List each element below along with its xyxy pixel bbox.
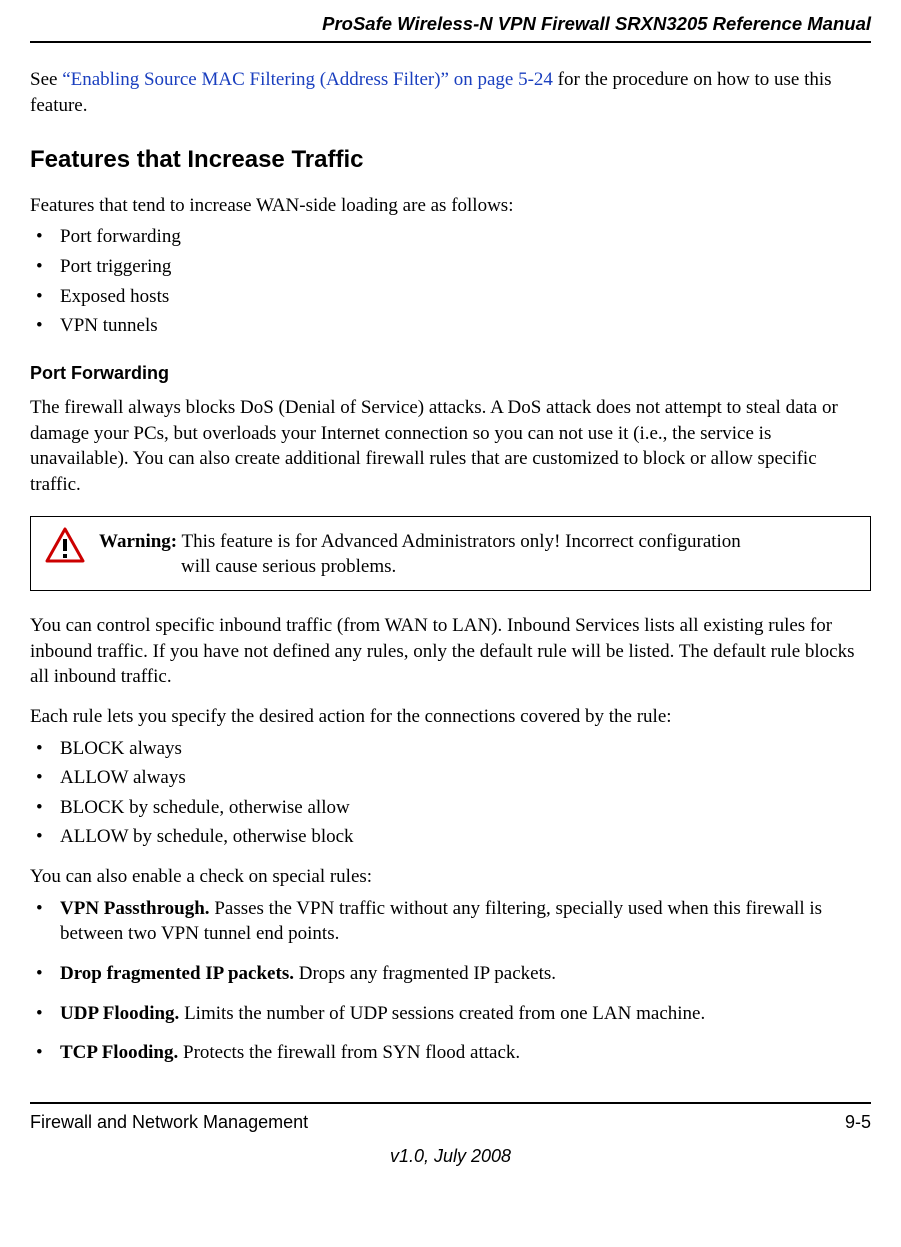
warning-icon [45,527,85,563]
list-item: TCP Flooding. Protects the firewall from… [30,1040,871,1066]
list-item: ALLOW always [30,765,871,791]
list-item: VPN Passthrough. Passes the VPN traffic … [30,896,871,947]
footer-section-name: Firewall and Network Management [30,1110,308,1134]
special-desc: Protects the firewall from SYN flood att… [178,1042,520,1063]
warning-label: Warning: [99,531,177,552]
list-item: ALLOW by schedule, otherwise block [30,824,871,850]
footer-divider [30,1102,871,1104]
intro-pre: See [30,69,62,90]
special-desc: Drops any fragmented IP packets. [294,963,556,984]
warning-line1: This feature is for Advanced Administrat… [177,531,741,552]
inbound-paragraph-2: Each rule lets you specify the desired a… [30,704,871,730]
list-item: BLOCK by schedule, otherwise allow [30,795,871,821]
section-heading: Features that Increase Traffic [30,144,871,176]
footer-page-number: 9-5 [845,1110,871,1134]
page: ProSafe Wireless-N VPN Firewall SRXN3205… [0,0,901,1247]
special-rules-list: VPN Passthrough. Passes the VPN traffic … [30,896,871,1066]
inbound-paragraph-3: You can also enable a check on special r… [30,864,871,890]
list-item: Port forwarding [30,224,871,250]
list-item: Exposed hosts [30,284,871,310]
warning-text: Warning: This feature is for Advanced Ad… [99,527,856,580]
list-item: UDP Flooding. Limits the number of UDP s… [30,1001,871,1027]
warning-line2: will cause serious problems. [99,554,856,580]
footer-version: v1.0, July 2008 [30,1144,871,1168]
inbound-paragraph-1: You can control specific inbound traffic… [30,613,871,690]
intro-paragraph: See “Enabling Source MAC Filtering (Addr… [30,67,871,118]
section-lead: Features that tend to increase WAN-side … [30,193,871,219]
header-divider [30,41,871,43]
list-item: Drop fragmented IP packets. Drops any fr… [30,961,871,987]
special-desc: Limits the number of UDP sessions create… [179,1003,705,1024]
special-term: UDP Flooding. [60,1003,179,1024]
special-term: VPN Passthrough. [60,898,210,919]
special-term: TCP Flooding. [60,1042,178,1063]
list-item: VPN tunnels [30,313,871,339]
footer: Firewall and Network Management 9-5 [30,1110,871,1134]
port-forwarding-paragraph: The firewall always blocks DoS (Denial o… [30,395,871,498]
list-item: BLOCK always [30,736,871,762]
xref-link[interactable]: “Enabling Source MAC Filtering (Address … [62,69,553,90]
rule-actions-list: BLOCK always ALLOW always BLOCK by sched… [30,736,871,851]
wan-features-list: Port forwarding Port triggering Exposed … [30,224,871,339]
warning-box: Warning: This feature is for Advanced Ad… [30,516,871,591]
subheading-port-forwarding: Port Forwarding [30,361,871,385]
header-manual-title: ProSafe Wireless-N VPN Firewall SRXN3205… [30,12,871,37]
special-term: Drop fragmented IP packets. [60,963,294,984]
list-item: Port triggering [30,254,871,280]
